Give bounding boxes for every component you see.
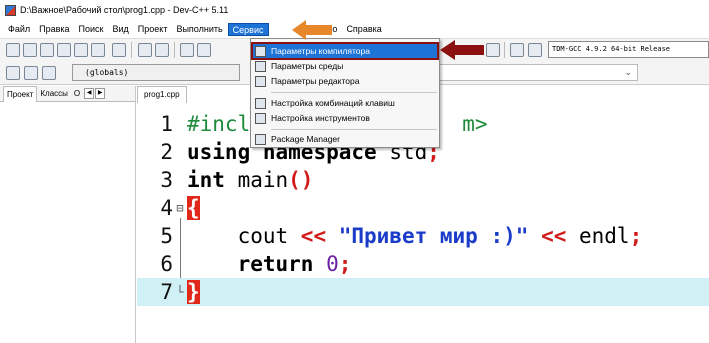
menu-item-keyboard-shortcuts[interactable]: Настройка комбинаций клавиш [253,96,437,110]
identifier: endl [566,224,630,248]
toolbar-separator [131,42,132,58]
compiler-select[interactable]: TDM-GCC 4.9.2 64-bit Release [548,41,709,58]
line-number: 4 [160,196,173,220]
menu-separator [271,129,437,130]
devcpp-app-icon [5,4,16,16]
line-number: 7 [160,280,173,304]
replace-icon[interactable] [197,43,211,57]
toggle-bookmark-icon[interactable] [24,66,38,80]
save-icon[interactable] [40,43,54,57]
line-number: 1 [160,112,173,136]
menu-view[interactable]: Вид [109,23,133,36]
parens: () [288,168,314,192]
compiler-options-icon [255,45,266,57]
profile-icon[interactable] [528,43,542,57]
keyboard-icon [255,97,266,109]
find-icon[interactable] [180,43,194,57]
environment-options-icon [255,60,266,72]
line-number: 2 [160,140,173,164]
brace-close: } [187,280,200,304]
title-bar: D:\Важное\Рабочий стол\prog1.cpp - Dev-C… [0,0,709,20]
preprocessor-text: #incl [187,112,251,136]
menu-help[interactable]: Справка [342,23,385,36]
class-scope-select[interactable]: (globals) [72,64,240,81]
menu-file[interactable]: Файл [4,23,34,36]
line-number: 6 [160,252,173,276]
tab-debug[interactable]: О [71,89,83,98]
identifier: cout [187,224,301,248]
close-all-icon[interactable] [91,43,105,57]
panel-tabs: Проект Классы О ◀ ▶ [0,85,135,102]
insert-icon[interactable] [6,66,20,80]
tab-classes[interactable]: Классы [37,89,71,98]
chart-icon[interactable] [510,43,524,57]
fold-end-icon: └ [176,285,184,299]
member-select[interactable]: ⌄ [430,64,638,81]
editor-options-icon [255,75,266,87]
preprocessor-text-tail: m> [462,112,488,136]
menu-item-package-manager[interactable]: Package Manager [253,132,437,146]
menu-search[interactable]: Поиск [75,23,108,36]
project-panel: Проект Классы О ◀ ▶ [0,85,136,343]
keyword: return [237,252,314,276]
string-literal: "Привет мир :)" [338,224,529,248]
menu-separator [271,92,437,93]
number-literal: 0 [326,252,339,276]
current-code-line: 7 └ } [137,278,709,306]
menu-item-label: Настройка инструментов [271,113,370,123]
tab-scroll-left-icon[interactable]: ◀ [84,88,95,99]
code-line: 4 ⊟ { [137,194,709,222]
menu-item-label: Настройка комбинаций клавиш [271,98,395,108]
brace-open: { [187,196,200,220]
goto-bookmark-icon[interactable] [42,66,56,80]
close-file-icon[interactable] [74,43,88,57]
save-all-icon[interactable] [57,43,71,57]
redo-icon[interactable] [155,43,169,57]
operator: << [300,224,327,248]
delete-icon[interactable] [486,43,500,57]
menu-item-label: Параметры среды [271,61,344,71]
semicolon: ; [338,252,352,276]
fold-collapse-icon[interactable]: ⊟ [173,201,187,215]
semicolon: ; [629,224,643,248]
package-icon [255,133,266,145]
print-icon[interactable] [112,43,126,57]
menu-item-editor-options[interactable]: Параметры редактора [253,74,437,88]
tools-icon [255,112,266,124]
menu-item-label: Параметры компилятора [271,46,370,56]
menu-execute[interactable]: Выполнить [172,23,226,36]
undo-icon[interactable] [138,43,152,57]
toolbar-separator [504,42,505,58]
new-file-icon[interactable] [6,43,20,57]
line-number: 5 [160,224,173,248]
operator: << [541,224,567,248]
code-line: 3 int main () [137,166,709,194]
toolbar-separator [174,42,175,58]
orange-arrow-icon [292,20,332,40]
menu-item-label: Параметры редактора [271,76,360,86]
code-line: 6 return 0 ; [137,250,709,278]
menu-bar: Файл Правка Поиск Вид Проект Выполнить С… [0,22,709,37]
file-tab-prog1[interactable]: prog1.cpp [137,86,187,103]
menu-project[interactable]: Проект [134,23,172,36]
chevron-down-icon: ⌄ [624,67,632,77]
menu-item-tools-config[interactable]: Настройка инструментов [253,111,437,125]
red-arrow-icon [440,40,484,60]
menu-item-label: Package Manager [271,134,340,144]
window-title: D:\Важное\Рабочий стол\prog1.cpp - Dev-C… [20,5,229,15]
service-menu-dropdown: Параметры компилятора Параметры среды Па… [250,38,440,148]
tab-scroll-right-icon[interactable]: ▶ [95,88,106,99]
code-line: 5 cout << "Привет мир :)" << endl ; [137,222,709,250]
menu-item-environment-options[interactable]: Параметры среды [253,59,437,73]
menu-service[interactable]: Сервис [227,23,269,36]
menu-item-compiler-options[interactable]: Параметры компилятора [251,42,439,60]
line-number: 3 [160,168,173,192]
keyword: int [187,168,225,192]
identifier: main [224,168,289,192]
keyword: using [187,140,251,164]
menu-edit[interactable]: Правка [35,23,73,36]
tab-project[interactable]: Проект [3,85,38,102]
open-file-icon[interactable] [23,43,37,57]
